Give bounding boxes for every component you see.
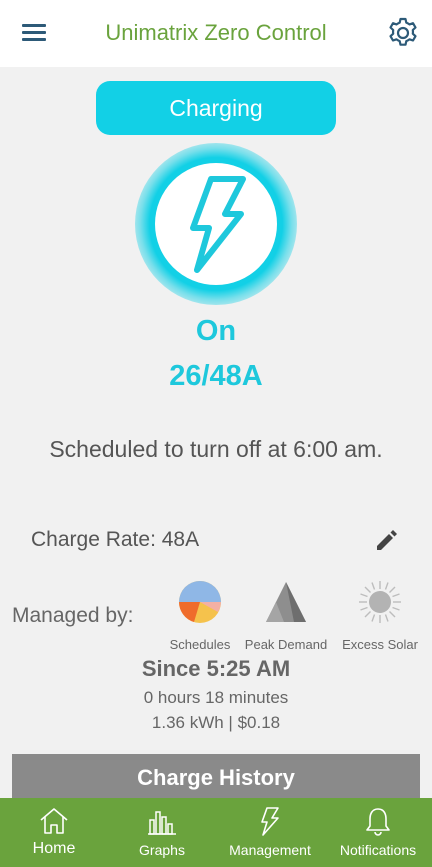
mountain-icon — [266, 582, 306, 622]
lightning-icon — [261, 807, 279, 836]
nav-item-graphs[interactable]: Graphs — [108, 798, 216, 867]
nav-label: Notifications — [339, 842, 417, 858]
manager-peak-demand[interactable]: Peak Demand — [238, 580, 334, 652]
schedule-message: Scheduled to turn off at 6:00 am. — [49, 436, 383, 462]
managed-by-label: Managed by: — [12, 604, 134, 627]
charging-status-button[interactable]: Charging — [96, 81, 336, 135]
session-start: Since 5:25 AM — [141, 656, 291, 681]
session-duration: 0 hours 18 minutes — [143, 688, 289, 707]
bar-chart-icon — [148, 811, 176, 835]
nav-item-notifications[interactable]: Notifications — [324, 798, 432, 867]
manager-label: Excess Solar — [342, 637, 418, 652]
charger-state: On — [195, 315, 237, 347]
sun-icon — [359, 581, 401, 623]
nav-label: Home — [32, 840, 76, 857]
charge-rate-label: Charge Rate: 48A — [31, 528, 200, 551]
home-icon — [40, 808, 68, 834]
nav-label: Graphs — [139, 842, 185, 858]
pie-chart-icon — [179, 581, 221, 623]
manager-schedules[interactable]: Schedules — [152, 580, 248, 652]
charger-current: 26/48A — [169, 360, 263, 392]
app-header: Unimatrix Zero Control — [0, 0, 432, 67]
app-title: Unimatrix Zero Control — [105, 20, 327, 45]
gear-icon[interactable] — [386, 16, 420, 50]
nav-label: Management — [229, 842, 311, 858]
pencil-icon[interactable] — [374, 527, 400, 553]
manager-excess-solar[interactable]: Excess Solar — [332, 580, 428, 652]
manager-label: Schedules — [169, 637, 231, 652]
charge-toggle[interactable] — [155, 163, 277, 285]
charge-history-button[interactable]: Charge History — [12, 754, 420, 802]
manager-label: Peak Demand — [244, 637, 328, 652]
nav-item-home[interactable]: Home — [0, 798, 108, 867]
lightning-bolt-icon — [190, 176, 246, 273]
session-energy-cost: 1.36 kWh | $0.18 — [151, 713, 281, 732]
nav-item-management[interactable]: Management — [216, 798, 324, 867]
bottom-nav: Home Graphs Management Notifications — [0, 798, 432, 867]
bell-icon — [366, 808, 390, 836]
